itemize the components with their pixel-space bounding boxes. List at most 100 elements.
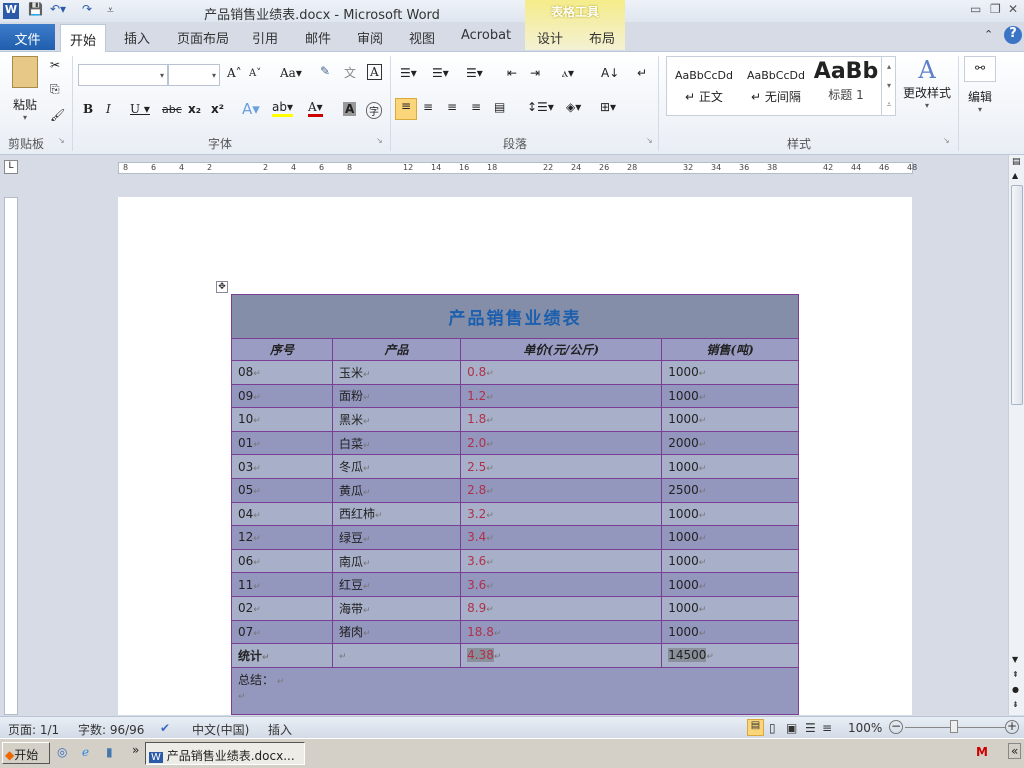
tab-layout[interactable]: 布局 bbox=[589, 28, 615, 47]
table-cell[interactable]: 2.0↵ bbox=[460, 430, 663, 456]
table-cell[interactable]: 黄瓜↵ bbox=[331, 477, 462, 503]
align-right-icon[interactable]: ≡ bbox=[447, 100, 457, 114]
show-marks-icon[interactable]: ↵ bbox=[637, 66, 647, 80]
draft-icon[interactable]: ≡ bbox=[822, 721, 832, 735]
table-cell[interactable]: 4.38↵ bbox=[460, 643, 663, 668]
decrease-indent-icon[interactable]: ⇤ bbox=[507, 66, 517, 80]
distributed-icon[interactable]: ▤ bbox=[494, 100, 505, 114]
grow-font-icon[interactable]: A˄ bbox=[227, 66, 242, 80]
zoom-slider-thumb[interactable] bbox=[950, 720, 958, 733]
table-cell[interactable]: 猪肉↵ bbox=[331, 619, 462, 645]
column-header[interactable]: 序号 bbox=[231, 338, 333, 361]
change-styles-button[interactable]: A 更改样式 ▾ bbox=[900, 56, 954, 110]
table-cell[interactable]: 2500↵ bbox=[661, 477, 799, 503]
change-case-icon[interactable]: Aa▾ bbox=[280, 66, 302, 80]
chinese-layout-icon[interactable]: ⲁ▾ bbox=[562, 66, 574, 81]
table-cell[interactable]: 1.8↵ bbox=[460, 407, 663, 432]
numbering-icon[interactable]: ☰▾ bbox=[432, 66, 449, 80]
tab-design[interactable]: 设计 bbox=[537, 28, 563, 47]
help-icon[interactable]: ? bbox=[1004, 26, 1022, 44]
table-cell[interactable]: 0.8↵ bbox=[460, 360, 663, 385]
table-cell[interactable]: 1000↵ bbox=[661, 383, 799, 409]
table-cell[interactable]: 8.9↵ bbox=[460, 595, 663, 621]
tab-references[interactable]: 引用 bbox=[252, 28, 278, 47]
table-cell[interactable]: 海带↵ bbox=[331, 595, 462, 621]
strikethrough-icon[interactable]: abc bbox=[162, 103, 182, 116]
increase-indent-icon[interactable]: ⇥ bbox=[530, 66, 540, 80]
table-move-handle-icon[interactable]: ✥ bbox=[216, 281, 228, 293]
start-button[interactable]: ◆开始 bbox=[2, 742, 50, 764]
column-header[interactable]: 产品 bbox=[331, 338, 462, 361]
line-spacing-icon[interactable]: ↕☰▾ bbox=[527, 100, 554, 114]
table-cell[interactable]: 08↵ bbox=[231, 360, 333, 385]
table-cell[interactable]: 黑米↵ bbox=[331, 407, 462, 432]
sales-table[interactable]: 产品销售业绩表 序号 产品 单价(元/公斤) 销售(吨) 08↵ 玉米↵ 0.8↵ 1000… bbox=[231, 294, 799, 715]
tab-file[interactable]: 文件 bbox=[0, 24, 55, 50]
language[interactable]: 中文(中国) bbox=[192, 721, 249, 738]
style-normal[interactable]: AaBbCcDd ↵ 正文 bbox=[671, 69, 737, 105]
font-launcher-icon[interactable]: ↘ bbox=[376, 136, 383, 145]
zoom-in-icon[interactable]: + bbox=[1005, 720, 1019, 734]
scroll-thumb[interactable] bbox=[1011, 185, 1023, 405]
subscript-icon[interactable]: x₂ bbox=[188, 102, 201, 116]
vertical-scrollbar[interactable]: ▤ ▲ ▼ ⇞ ● ⇟ bbox=[1008, 155, 1024, 715]
scroll-down-icon[interactable]: ▼ bbox=[1012, 655, 1018, 664]
format-painter-icon[interactable]: 🖌 bbox=[50, 108, 65, 122]
styles-launcher-icon[interactable]: ↘ bbox=[943, 136, 950, 145]
align-left-button[interactable]: ≡ bbox=[395, 98, 417, 120]
borders-icon[interactable]: ⊞▾ bbox=[600, 100, 616, 114]
table-cell[interactable]: 3.2↵ bbox=[460, 501, 663, 527]
close-icon[interactable]: ✕ bbox=[1008, 2, 1018, 16]
table-cell[interactable]: 1000↵ bbox=[661, 501, 799, 527]
style-heading-1[interactable]: AaBb 标题 1 bbox=[813, 59, 879, 103]
font-size-combo[interactable]: ▾ bbox=[168, 64, 220, 86]
table-cell[interactable]: 14500↵ bbox=[661, 643, 799, 668]
previous-page-icon[interactable]: ⇞ bbox=[1012, 670, 1019, 679]
shrink-font-icon[interactable]: A˅ bbox=[249, 68, 261, 79]
font-color-icon[interactable]: A▾ bbox=[308, 100, 323, 117]
zoom-level[interactable]: 100% bbox=[848, 721, 882, 735]
next-page-icon[interactable]: ⇟ bbox=[1012, 700, 1019, 709]
shading-icon[interactable]: ◈▾ bbox=[566, 100, 581, 114]
table-cell[interactable]: 玉米↵ bbox=[331, 360, 462, 385]
highlight-icon[interactable]: ab▾ bbox=[272, 100, 293, 117]
table-cell[interactable]: 统计↵ bbox=[231, 643, 333, 668]
ruler-toggle-icon[interactable]: ▤ bbox=[1012, 157, 1021, 167]
table-cell[interactable]: 02↵ bbox=[231, 595, 333, 621]
table-cell[interactable]: 1000↵ bbox=[661, 595, 799, 621]
tray-expand-icon[interactable]: « bbox=[1008, 743, 1022, 759]
editing-button[interactable]: ⚯ 编辑 ▾ bbox=[964, 56, 996, 114]
underline-icon[interactable]: U ▾ bbox=[130, 102, 150, 116]
table-cell[interactable]: 1000↵ bbox=[661, 454, 799, 479]
proofing-icon[interactable]: ✔ bbox=[160, 721, 170, 735]
table-cell[interactable]: 3.6↵ bbox=[460, 548, 663, 574]
restore-icon[interactable]: ❐ bbox=[990, 2, 1001, 16]
outline-icon[interactable]: ☰ bbox=[805, 721, 816, 735]
tray-m-icon[interactable]: M bbox=[976, 745, 988, 759]
tab-insert[interactable]: 插入 bbox=[124, 28, 150, 47]
column-header[interactable]: 销售(吨) bbox=[661, 338, 799, 361]
text-effects-icon[interactable]: A▾ bbox=[242, 100, 260, 118]
paste-button[interactable]: 粘贴 ▾ bbox=[8, 56, 42, 122]
table-cell[interactable]: 面粉↵ bbox=[331, 383, 462, 409]
justify-icon[interactable]: ≡ bbox=[471, 100, 481, 114]
taskbar-word-window[interactable]: W 产品销售业绩表.docx... bbox=[145, 742, 305, 765]
font-name-combo[interactable]: ▾ bbox=[78, 64, 168, 86]
character-border-icon[interactable]: A bbox=[367, 64, 382, 80]
phonetic-guide-icon[interactable]: 文 bbox=[344, 64, 356, 81]
full-screen-reading-icon[interactable]: ▯ bbox=[769, 721, 776, 735]
table-cell[interactable]: 冬瓜↵ bbox=[331, 454, 462, 479]
horizontal-ruler[interactable]: 8 6 4 2 2 4 6 8 12 14 16 18 22 24 26 28 32 34 36 38 42 44 46 48 bbox=[118, 162, 917, 174]
minimize-icon[interactable]: ▭ bbox=[970, 2, 981, 16]
table-cell[interactable]: 1.2↵ bbox=[460, 383, 663, 409]
insert-mode[interactable]: 插入 bbox=[268, 721, 292, 738]
table-cell[interactable]: 10↵ bbox=[231, 407, 333, 432]
table-cell[interactable]: 白菜↵ bbox=[331, 430, 462, 456]
paragraph-launcher-icon[interactable]: ↘ bbox=[646, 136, 653, 145]
superscript-icon[interactable]: x² bbox=[211, 102, 224, 116]
table-cell[interactable]: 3.4↵ bbox=[460, 525, 663, 550]
table-cell[interactable]: 3.6↵ bbox=[460, 572, 663, 597]
table-cell[interactable]: 03↵ bbox=[231, 454, 333, 479]
tab-view[interactable]: 视图 bbox=[409, 28, 435, 47]
multilevel-list-icon[interactable]: ☰▾ bbox=[466, 66, 483, 80]
